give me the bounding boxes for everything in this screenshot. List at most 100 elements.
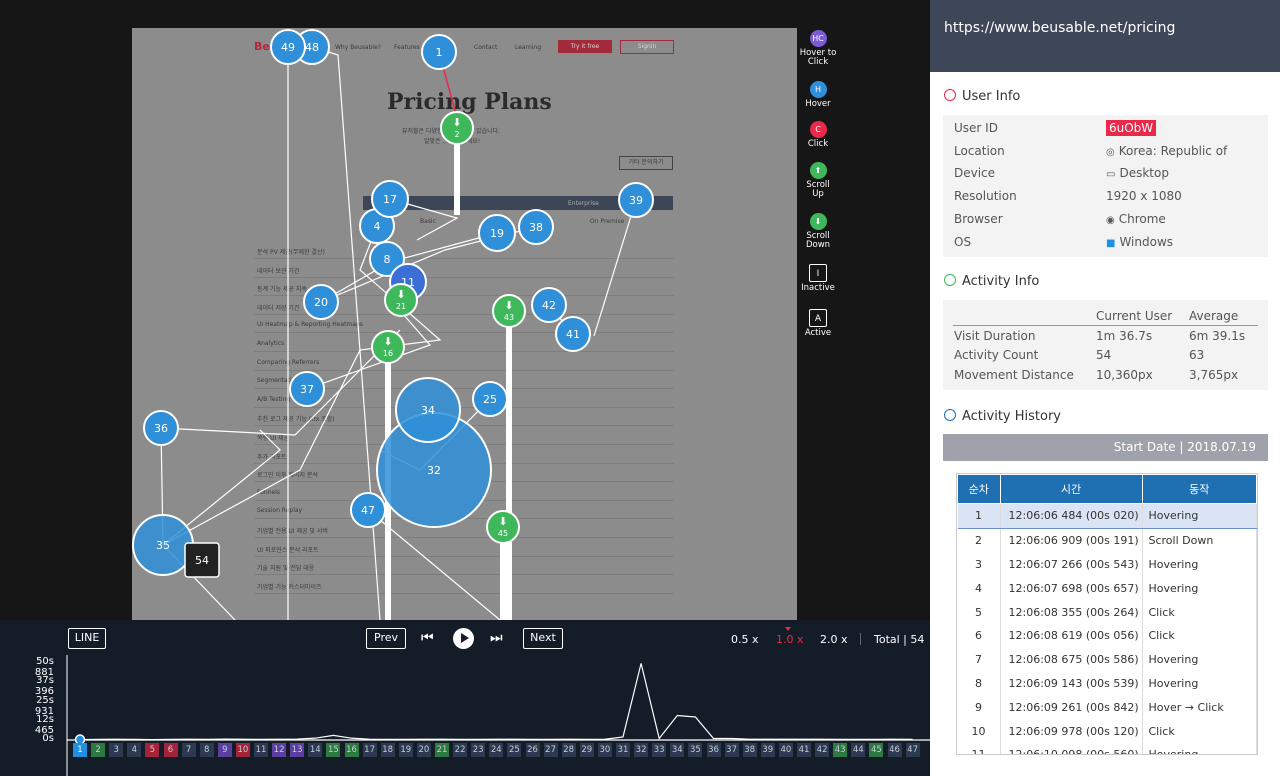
activity-marker-37[interactable]: 37	[289, 371, 325, 407]
legend-hover[interactable]: H Hover	[798, 81, 838, 109]
table-cell: 10	[957, 719, 1001, 743]
table-row[interactable]: 6 12:06:08 619 (00s 056) Click	[957, 623, 1257, 648]
legend-click[interactable]: C Click	[798, 121, 838, 149]
activity-marker-38[interactable]: 38	[518, 209, 554, 245]
timeline-step[interactable]: 39	[760, 743, 775, 757]
legend-scroll-up[interactable]: ⬆ Scroll Up	[798, 162, 838, 199]
legend-inactive[interactable]: I Inactive	[798, 264, 838, 293]
legend-hover-to-click[interactable]: HC Hover to Click	[798, 30, 838, 67]
timeline-step[interactable]: 1	[73, 743, 87, 757]
table-row[interactable]: 8 12:06:09 143 (00s 539) Hovering	[957, 671, 1257, 696]
activity-current: 10,360px	[1096, 367, 1153, 382]
activity-marker-36[interactable]: 36	[143, 410, 179, 446]
timeline-step[interactable]: 25	[507, 743, 522, 757]
timeline-step[interactable]: 28	[561, 743, 576, 757]
timeline-step[interactable]: 27	[543, 743, 558, 757]
timeline-step[interactable]: 2	[91, 743, 106, 757]
table-row[interactable]: 4 12:06:07 698 (00s 657) Hovering	[957, 576, 1257, 601]
timeline-step[interactable]: 20	[416, 743, 431, 757]
table-cell: 11	[957, 742, 1001, 754]
activity-marker-47[interactable]: 47	[350, 492, 386, 528]
activity-marker-19[interactable]: 19	[478, 214, 516, 252]
activity-marker-42[interactable]: 42	[531, 287, 567, 323]
activity-marker-16[interactable]: ⬇16	[371, 330, 405, 364]
timeline-step[interactable]: 3	[109, 743, 124, 757]
timeline-step[interactable]: 47	[905, 743, 920, 757]
table-row[interactable]: 10 12:06:09 978 (00s 120) Click	[957, 719, 1257, 743]
refresh-icon	[944, 274, 956, 286]
activity-marker-2[interactable]: ⬇2	[440, 111, 474, 145]
activity-marker-25[interactable]: 25	[472, 381, 508, 417]
table-row[interactable]: 9 12:06:09 261 (00s 842) Hover → Click	[957, 695, 1257, 720]
timeline-step[interactable]: 26	[525, 743, 540, 757]
history-start-date: Start Date | 2018.07.19	[943, 434, 1268, 461]
timeline-step[interactable]: 19	[398, 743, 413, 757]
timeline-step[interactable]: 38	[742, 743, 757, 757]
timeline-step[interactable]: 6	[163, 743, 178, 757]
col-average: Average	[1189, 309, 1239, 323]
activity-marker-43[interactable]: ⬇43	[492, 294, 526, 328]
timeline-step[interactable]: 29	[579, 743, 594, 757]
activity-marker-1[interactable]: 1	[421, 34, 457, 70]
timeline-step[interactable]: 17	[362, 743, 377, 757]
timeline-step[interactable]: 33	[652, 743, 667, 757]
timeline-step[interactable]: 23	[471, 743, 486, 757]
table-cell: 8	[957, 671, 1001, 696]
marker-label: 1	[436, 46, 443, 59]
user-id-badge: 6uObW	[1106, 120, 1157, 136]
activity-marker-20[interactable]: 20	[303, 284, 339, 320]
timeline-step[interactable]: 12	[272, 743, 287, 757]
timeline-step[interactable]: 22	[453, 743, 468, 757]
table-row[interactable]: 5 12:06:08 355 (00s 264) Click	[957, 600, 1257, 624]
timeline-step[interactable]: 14	[308, 743, 323, 757]
timeline-step[interactable]: 4	[127, 743, 142, 757]
activity-marker-35[interactable]: 35	[132, 514, 194, 576]
timeline-step[interactable]: 7	[181, 743, 196, 757]
legend-scroll-down[interactable]: ⬇ Scroll Down	[798, 213, 838, 250]
table-row[interactable]: 11 12:06:10 098 (00s 560) Hovering	[957, 742, 1257, 754]
activity-marker-21[interactable]: ⬇21	[384, 283, 418, 317]
timeline-step[interactable]: 36	[706, 743, 721, 757]
marker-label: 43	[504, 313, 514, 322]
timeline-step[interactable]: 46	[887, 743, 902, 757]
timeline-step[interactable]: 40	[778, 743, 793, 757]
timeline-step[interactable]: 42	[815, 743, 830, 757]
marker-label: 38	[529, 221, 543, 234]
timeline-step[interactable]: 45	[869, 743, 884, 757]
timeline-step[interactable]: 30	[597, 743, 612, 757]
timeline-step[interactable]: 31	[616, 743, 630, 757]
timeline-step[interactable]: 15	[326, 743, 341, 757]
timeline-step[interactable]: 43	[833, 743, 848, 757]
timeline-step[interactable]: 13	[290, 743, 305, 757]
timeline-step[interactable]: 10	[235, 743, 250, 757]
activity-marker-39[interactable]: 39	[618, 182, 654, 218]
table-cell: Hovering	[1142, 647, 1257, 672]
activity-marker-34[interactable]: 34	[395, 377, 461, 443]
timeline-step[interactable]: 11	[254, 743, 268, 757]
activity-marker-54[interactable]: 54	[184, 542, 220, 578]
table-row[interactable]: 1 12:06:06 484 (00s 020) Hovering	[957, 503, 1257, 529]
timeline-step[interactable]: 35	[688, 743, 703, 757]
legend-active[interactable]: A Active	[798, 309, 838, 338]
timeline-step[interactable]: 32	[634, 743, 649, 757]
activity-marker-45[interactable]: ⬇45	[486, 510, 520, 544]
table-cell: 12:06:08 355 (00s 264)	[1000, 600, 1143, 624]
timeline-step[interactable]: 37	[724, 743, 739, 757]
timeline-step[interactable]: 41	[797, 743, 811, 757]
timeline-step[interactable]: 5	[145, 743, 160, 757]
timeline-step[interactable]: 16	[344, 743, 359, 757]
table-row[interactable]: 2 12:06:06 909 (00s 191) Scroll Down	[957, 528, 1257, 553]
timeline-step[interactable]: 44	[851, 743, 866, 757]
timeline-step[interactable]: 18	[380, 743, 395, 757]
activity-marker-49[interactable]: 49	[270, 29, 306, 65]
timeline-step[interactable]: 9	[217, 743, 232, 757]
history-table[interactable]: 순차 시간 동작 1 12:06:06 484 (00s 020) Hovering…	[956, 473, 1258, 755]
activity-marker-17[interactable]: 17	[371, 180, 409, 218]
activity-marker-41[interactable]: 41	[555, 316, 591, 352]
timeline-step[interactable]: 24	[489, 743, 504, 757]
table-row[interactable]: 3 12:06:07 266 (00s 543) Hovering	[957, 552, 1257, 577]
table-row[interactable]: 7 12:06:08 675 (00s 586) Hovering	[957, 647, 1257, 672]
timeline-step[interactable]: 8	[199, 743, 214, 757]
timeline-step[interactable]: 34	[670, 743, 685, 757]
timeline-step[interactable]: 21	[435, 743, 449, 757]
